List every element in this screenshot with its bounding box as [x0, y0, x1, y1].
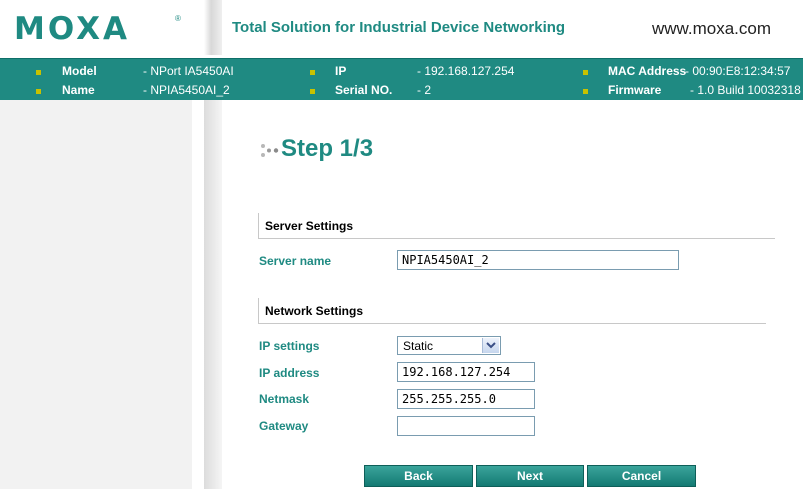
- model-value: - NPort IA5450AI: [143, 64, 234, 78]
- firmware-value: - 1.0 Build 10032318: [690, 83, 801, 97]
- step-title: Step 1/3: [281, 135, 374, 162]
- moxa-logo: MOXA: [14, 11, 130, 47]
- network-settings-heading: Network Settings: [265, 304, 364, 318]
- gateway-label: Gateway: [259, 419, 309, 433]
- server-settings-heading: Server Settings: [265, 219, 354, 233]
- content-divider: [204, 100, 222, 489]
- bullet-icon: [583, 70, 588, 75]
- cancel-button[interactable]: Cancel: [587, 465, 696, 487]
- ip-settings-label: IP settings: [259, 339, 320, 353]
- ip-value: - 192.168.127.254: [417, 64, 515, 78]
- website-link[interactable]: www.moxa.com: [652, 19, 771, 39]
- bullet-icon: [310, 89, 315, 94]
- ip-settings-select[interactable]: Static: [397, 336, 501, 355]
- model-label: Model: [62, 64, 97, 78]
- section-border: [258, 298, 259, 324]
- chevron-down-icon[interactable]: [482, 338, 499, 353]
- section-divider: [258, 323, 766, 324]
- section-divider: [258, 238, 775, 239]
- registered-mark: ®: [175, 14, 181, 23]
- serial-label: Serial NO.: [335, 83, 393, 97]
- ip-address-label: IP address: [259, 366, 320, 380]
- mac-label: MAC Address: [608, 64, 687, 78]
- mac-value: - 00:90:E8:12:34:57: [685, 64, 791, 78]
- firmware-label: Firmware: [608, 83, 662, 97]
- bullet-icon: [36, 70, 41, 75]
- section-border: [258, 213, 259, 239]
- ip-settings-value: Static: [403, 339, 434, 353]
- serial-value: - 2: [417, 83, 432, 97]
- netmask-input[interactable]: 255.255.255.0: [397, 389, 535, 409]
- netmask-label: Netmask: [259, 392, 310, 406]
- gateway-input[interactable]: [397, 416, 535, 436]
- bullet-icon: [583, 89, 588, 94]
- name-value: - NPIA5450AI_2: [143, 83, 230, 97]
- ip-address-input[interactable]: 192.168.127.254: [397, 362, 535, 382]
- server-name-label: Server name: [259, 254, 332, 268]
- header-tagline: Total Solution for Industrial Device Net…: [232, 19, 566, 36]
- back-button[interactable]: Back: [364, 465, 473, 487]
- name-label: Name: [62, 83, 95, 97]
- device-info-bar: Model - NPort IA5450AI IP - 192.168.127.…: [0, 58, 803, 100]
- bullet-icon: [310, 70, 315, 75]
- next-button[interactable]: Next: [476, 465, 584, 487]
- left-panel: [0, 100, 192, 489]
- bullet-icon: [36, 89, 41, 94]
- server-name-input[interactable]: NPIA5450AI_2: [397, 250, 679, 270]
- step-dots-icon: [261, 144, 279, 157]
- ip-label: IP: [335, 64, 347, 78]
- header-divider: [204, 0, 222, 55]
